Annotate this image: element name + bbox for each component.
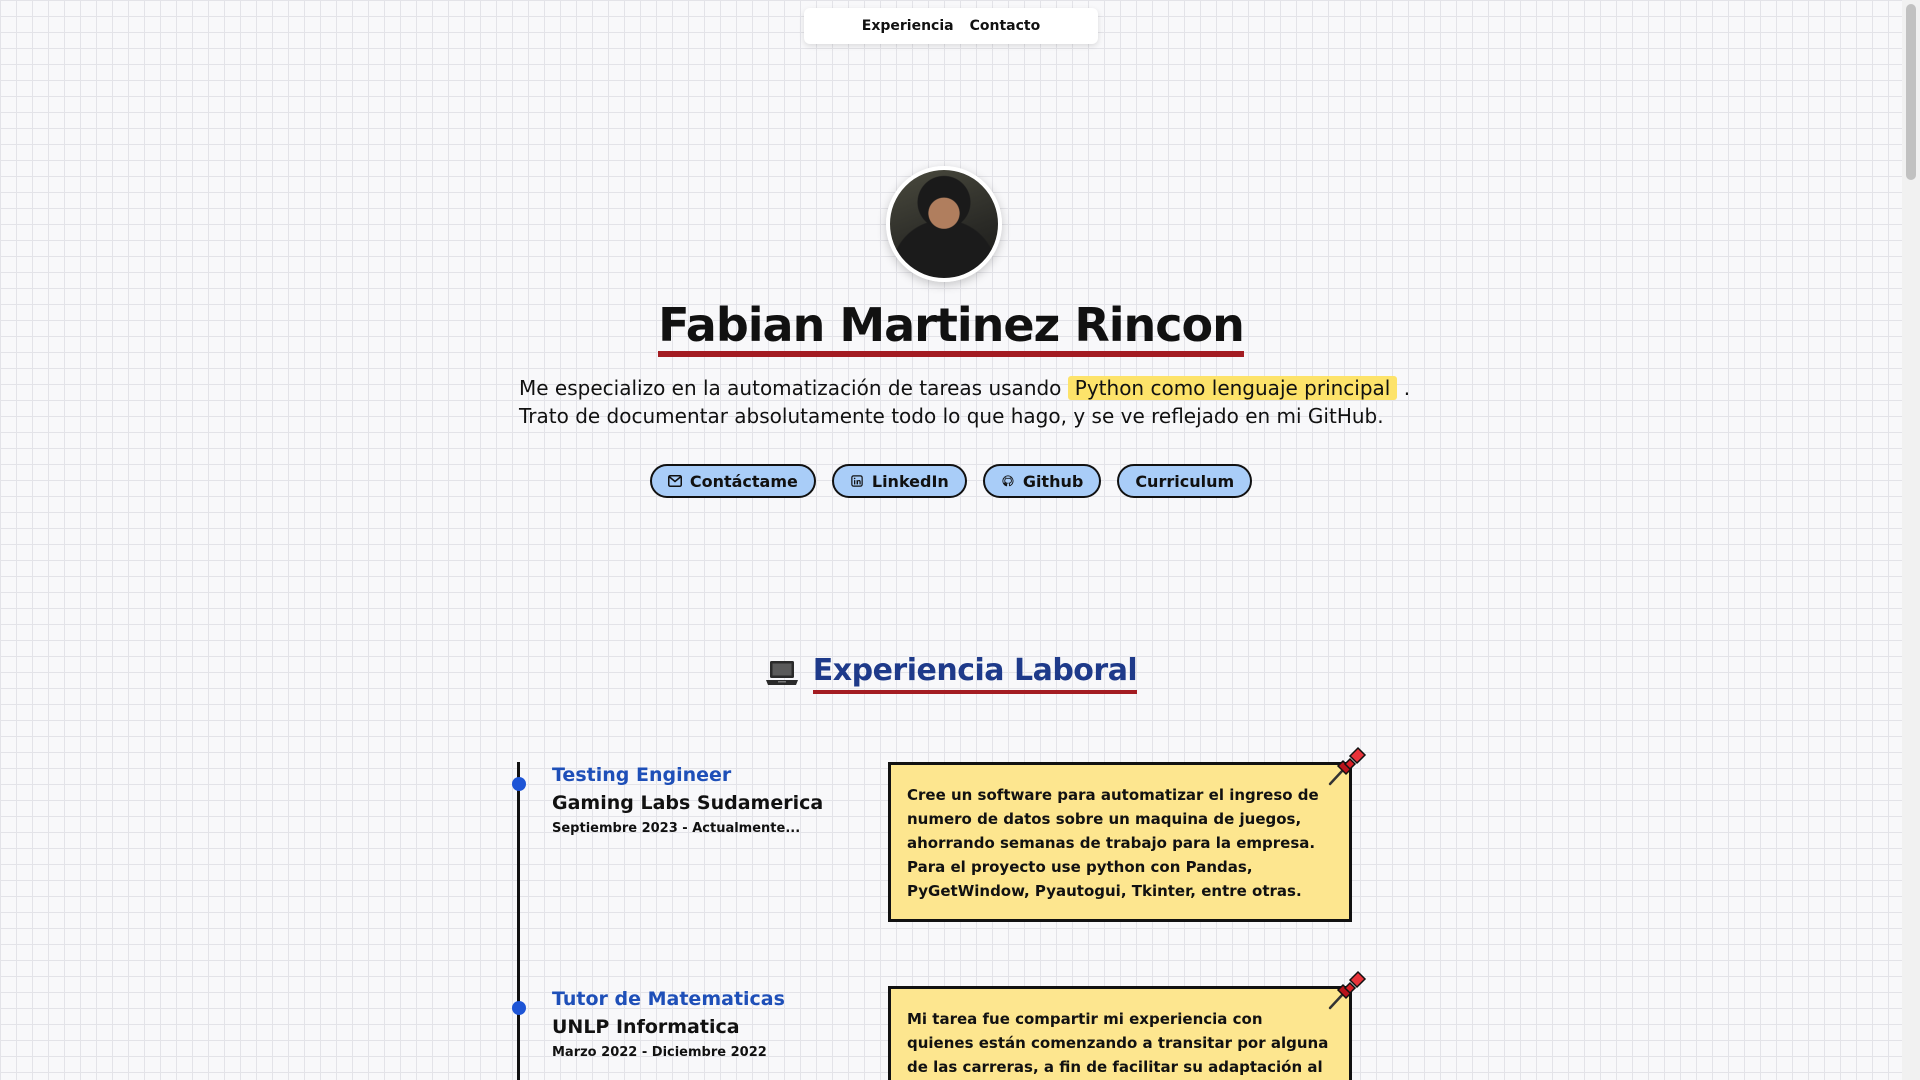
top-nav: Experiencia Contacto xyxy=(804,8,1098,44)
job-dates: Marzo 2022 - Diciembre 2022 xyxy=(552,1045,767,1060)
job-description-card: Mi tarea fue compartir mi experiencia co… xyxy=(888,986,1352,1080)
intro-text: Me especializo en la automatización de t… xyxy=(519,374,1419,430)
name-text: Fabian Martinez Rincon xyxy=(658,299,1245,357)
pushpin-icon xyxy=(1328,970,1367,1010)
experience-title: Experiencia Laboral xyxy=(812,652,1138,694)
contact-button-label: Contáctame xyxy=(689,471,798,491)
nav-contacto[interactable]: Contacto xyxy=(970,18,1041,34)
linkedin-button-label: LinkedIn xyxy=(871,471,949,491)
contact-button[interactable]: Contáctame xyxy=(649,464,816,498)
job-dates: Septiembre 2023 - Actualmente... xyxy=(552,821,801,836)
job-description: Cree un software para automatizar el ing… xyxy=(907,786,1319,900)
linkedin-icon xyxy=(851,475,863,487)
curriculum-button-label: Curriculum xyxy=(1135,471,1235,491)
pushpin-icon xyxy=(1328,746,1367,786)
intro-line2: Trato de documentar absolutamente todo l… xyxy=(519,404,1384,428)
timeline-line xyxy=(517,762,520,1080)
job-description-card: Cree un software para automatizar el ing… xyxy=(888,762,1352,922)
scrollbar-thumb[interactable] xyxy=(1906,4,1916,180)
intro-after: . xyxy=(1397,376,1411,400)
github-button-label: Github xyxy=(1022,471,1084,491)
linkedin-button[interactable]: LinkedIn xyxy=(831,464,967,498)
page-title: Fabian Martinez Rincon xyxy=(0,298,1902,357)
nav-experiencia[interactable]: Experiencia xyxy=(862,18,954,34)
timeline-dot xyxy=(512,1001,526,1015)
hero-buttons: Contáctame LinkedIn Github Curriculum xyxy=(0,464,1902,498)
github-button[interactable]: Github xyxy=(982,464,1102,498)
intro-before: Me especializo en la automatización de t… xyxy=(519,376,1068,400)
mail-icon xyxy=(667,475,682,487)
job-role: Testing Engineer xyxy=(552,764,732,786)
job-entry: Tutor de Matematicas UNLP Informatica Ma… xyxy=(552,986,852,1064)
job-entry: Testing Engineer Gaming Labs Sudamerica … xyxy=(552,762,852,840)
job-role: Tutor de Matematicas xyxy=(552,988,785,1010)
job-description: Mi tarea fue compartir mi experiencia co… xyxy=(907,1010,1329,1076)
timeline-dot xyxy=(512,777,526,791)
avatar xyxy=(886,166,1002,282)
page-scrollbar[interactable] xyxy=(1902,0,1920,1080)
laptop-icon xyxy=(765,661,798,685)
curriculum-button[interactable]: Curriculum xyxy=(1117,464,1253,498)
job-company: Gaming Labs Sudamerica xyxy=(552,792,824,814)
intro-highlight: Python como lenguaje principal xyxy=(1067,376,1398,400)
job-company: UNLP Informatica xyxy=(552,1016,740,1038)
experience-heading: Experiencia Laboral xyxy=(0,652,1902,694)
github-icon xyxy=(1002,475,1014,487)
